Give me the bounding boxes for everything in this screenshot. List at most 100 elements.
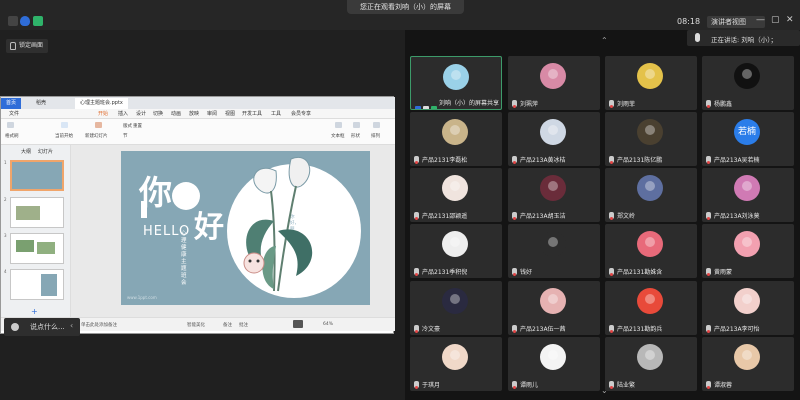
avatar bbox=[540, 231, 566, 257]
participant-tile[interactable]: 刘珮萍 bbox=[508, 56, 600, 110]
notes-toggle[interactable]: 备注 bbox=[223, 322, 232, 328]
menu-start[interactable]: 开始 bbox=[98, 110, 108, 117]
participant-tile[interactable]: 谭淑蓉 bbox=[702, 337, 794, 391]
add-slide-button[interactable]: + bbox=[31, 307, 38, 316]
participant-tile[interactable]: 谭雨儿 bbox=[508, 337, 600, 391]
participant-tile[interactable]: 产品213A黄冰桔 bbox=[508, 112, 600, 166]
mic-muted-icon bbox=[609, 381, 614, 389]
ribbon-from-current[interactable]: 当前开始 bbox=[55, 133, 73, 139]
participant-tile[interactable]: 产品2131季积倪 bbox=[410, 224, 502, 278]
slide-edit-area[interactable]: 你 好 HELLO 心理健康主题班会 你好，朋友 www.1pp bbox=[71, 145, 395, 317]
participant-tile[interactable]: 钱好 bbox=[508, 224, 600, 278]
slide-thumbnail-2[interactable] bbox=[10, 197, 64, 228]
menu-animation[interactable]: 动画 bbox=[171, 110, 181, 117]
smart-beautify[interactable]: 智能美化 bbox=[187, 322, 205, 328]
shape-icon[interactable] bbox=[353, 122, 360, 128]
avatar bbox=[637, 344, 663, 370]
tab-docer[interactable]: 稻壳 bbox=[31, 98, 51, 109]
mic-muted-icon bbox=[706, 381, 711, 389]
comment-placeholder: 说点什么... bbox=[30, 323, 65, 331]
participant-tile[interactable]: 产品213A伍一茜 bbox=[508, 281, 600, 335]
participant-name: 刘响（小）的屏幕共享 bbox=[439, 100, 500, 107]
lock-screen-button[interactable]: 锁定画面 bbox=[6, 39, 49, 53]
close-button[interactable]: ✕ bbox=[786, 15, 794, 25]
participant-tile[interactable]: 产品2131陈亿鹏 bbox=[605, 112, 697, 166]
slide-thumbnail-1[interactable] bbox=[10, 160, 64, 191]
slide-thumbnail-3[interactable] bbox=[10, 233, 64, 264]
participant-tile[interactable]: 产品213A刘泳莫 bbox=[702, 168, 794, 222]
ribbon-textbox[interactable]: 文本框 bbox=[331, 133, 345, 139]
avatar bbox=[734, 175, 760, 201]
participant-tile[interactable]: 冷文豪 bbox=[410, 281, 502, 335]
participant-tile[interactable]: 于琪月 bbox=[410, 337, 502, 391]
ribbon-arrange[interactable]: 排列 bbox=[371, 133, 380, 139]
mic-icon bbox=[695, 33, 700, 42]
participant-tile[interactable]: 产品2131勘姝含 bbox=[605, 224, 697, 278]
chevron-down-icon[interactable]: ⌄ bbox=[601, 386, 608, 395]
mic-muted-icon bbox=[706, 100, 711, 108]
participant-tile[interactable]: 刘响（小）的屏幕共享 bbox=[410, 56, 502, 110]
menu-slideshow[interactable]: 放映 bbox=[189, 110, 199, 117]
participant-tile[interactable]: 若楠 产品213A吴若楠 bbox=[702, 112, 794, 166]
new-slide-icon[interactable] bbox=[95, 122, 102, 128]
ribbon-reset[interactable]: 重置 bbox=[133, 123, 142, 129]
menu-transition[interactable]: 切换 bbox=[153, 110, 163, 117]
arrange-icon[interactable] bbox=[373, 122, 380, 128]
zoom-level[interactable]: 64% bbox=[323, 322, 333, 327]
menu-view[interactable]: 视图 bbox=[225, 110, 235, 117]
play-icon[interactable] bbox=[61, 122, 68, 128]
participant-name: 产品2131季积倪 bbox=[422, 269, 468, 276]
signal-icon[interactable] bbox=[33, 16, 43, 26]
notes-placeholder[interactable]: 单击此处添加备注 bbox=[81, 322, 117, 328]
menu-devtools[interactable]: 开发工具 bbox=[242, 110, 262, 117]
comment-input[interactable]: 说点什么... ‹ bbox=[4, 318, 80, 336]
slideshow-play-icon[interactable] bbox=[293, 320, 303, 328]
tab-outline[interactable]: 大纲 bbox=[21, 148, 31, 155]
participant-name: 产品213A李可怡 bbox=[714, 326, 760, 333]
mic-muted-icon bbox=[414, 156, 419, 164]
avatar bbox=[540, 175, 566, 201]
tab-document[interactable]: 心理主题班会.pptx bbox=[75, 98, 128, 109]
menu-file[interactable]: 文件 bbox=[9, 110, 19, 117]
participant-tile[interactable]: 产品213A李可怡 bbox=[702, 281, 794, 335]
slide-thumbnail-4[interactable] bbox=[10, 269, 64, 300]
ribbon-layout[interactable]: 版式 bbox=[123, 123, 132, 129]
network-icon[interactable] bbox=[8, 16, 18, 26]
mic-muted-icon bbox=[414, 325, 419, 333]
ribbon-shape[interactable]: 形状 bbox=[351, 133, 360, 139]
participant-tile[interactable]: 陆业繁 bbox=[605, 337, 697, 391]
lock-label: 锁定画面 bbox=[19, 42, 44, 49]
comments-toggle[interactable]: 批注 bbox=[239, 322, 248, 328]
host-icon bbox=[415, 106, 421, 109]
participant-tile[interactable]: 杨鹏鑫 bbox=[702, 56, 794, 110]
maximize-button[interactable]: ▢ bbox=[771, 15, 780, 25]
chevron-left-icon[interactable]: ‹ bbox=[70, 321, 73, 330]
textbox-icon[interactable] bbox=[335, 122, 342, 128]
participant-tile[interactable]: 产品2131勘韵兵 bbox=[605, 281, 697, 335]
participant-tile[interactable]: 产品213A胡玉洁 bbox=[508, 168, 600, 222]
screen-share-icon bbox=[423, 106, 429, 109]
tab-home[interactable]: 首页 bbox=[1, 98, 22, 109]
ribbon-section[interactable]: 节 bbox=[123, 133, 128, 139]
participant-tile[interactable]: 刘雨菲 bbox=[605, 56, 697, 110]
tab-slides[interactable]: 幻灯片 bbox=[38, 148, 53, 155]
participant-name: 产品2131陈亿鹏 bbox=[617, 157, 663, 164]
format-painter-icon[interactable] bbox=[7, 122, 14, 128]
menu-tools[interactable]: 工具 bbox=[271, 110, 281, 117]
chevron-up-icon[interactable]: ⌃ bbox=[601, 36, 608, 45]
wps-presentation-window: 首页 稻壳 心理主题班会.pptx 文件 开始 插入 设计 切换 动画 放映 审… bbox=[0, 96, 395, 334]
minimize-button[interactable]: — bbox=[756, 15, 765, 25]
menu-review[interactable]: 审阅 bbox=[207, 110, 217, 117]
shield-icon[interactable] bbox=[20, 16, 30, 26]
ribbon-format-painter[interactable]: 格式刷 bbox=[5, 133, 19, 139]
chat-icon bbox=[11, 323, 19, 331]
participant-tile[interactable]: 黄雨蒙 bbox=[702, 224, 794, 278]
participant-tile[interactable]: 郑文岭 bbox=[605, 168, 697, 222]
menu-insert[interactable]: 插入 bbox=[118, 110, 128, 117]
menu-vip[interactable]: 会员专享 bbox=[291, 110, 311, 117]
mic-muted-icon bbox=[609, 212, 614, 220]
participant-tile[interactable]: 产品2131李磊松 bbox=[410, 112, 502, 166]
menu-design[interactable]: 设计 bbox=[136, 110, 146, 117]
participant-tile[interactable]: 产品2131邵颖遥 bbox=[410, 168, 502, 222]
ribbon-new-slide[interactable]: 新建幻灯片 bbox=[85, 133, 108, 139]
